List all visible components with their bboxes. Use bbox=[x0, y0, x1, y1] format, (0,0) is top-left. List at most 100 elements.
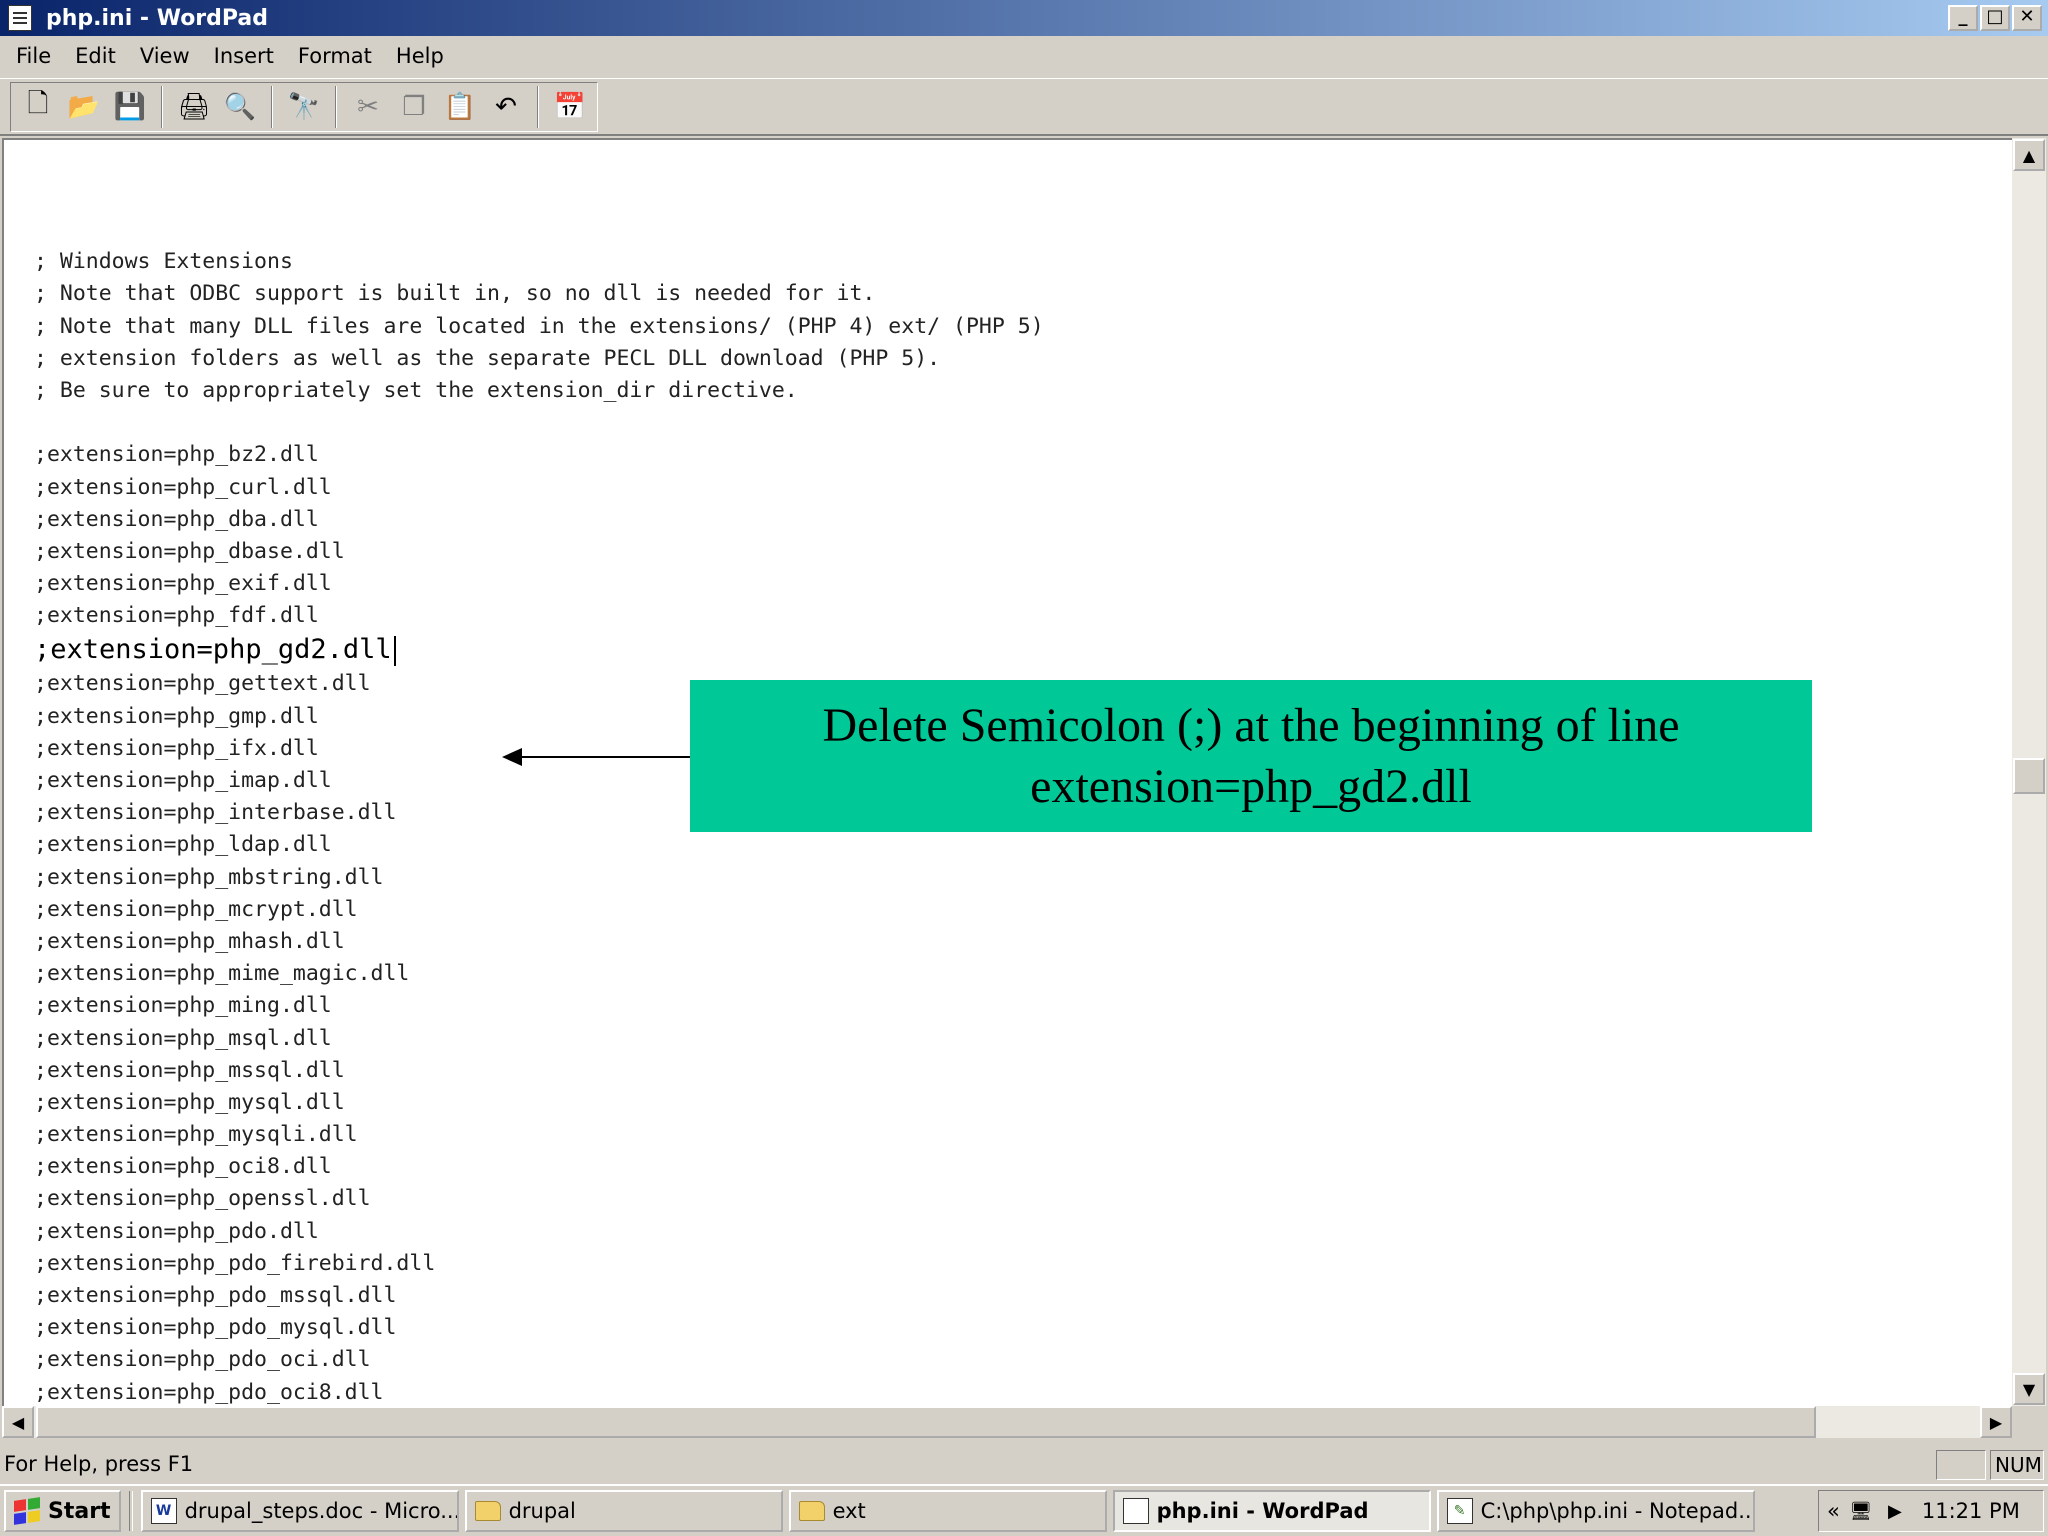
clock[interactable]: 11:21 PM bbox=[1922, 1499, 2020, 1523]
undo-icon[interactable]: ↶ bbox=[484, 85, 528, 129]
copy-icon[interactable]: ❐ bbox=[392, 85, 436, 129]
taskbar-item-folder[interactable]: drupal bbox=[464, 1490, 783, 1532]
close-button[interactable]: ✕ bbox=[2012, 5, 2042, 31]
doc-line[interactable]: ;extension=php_mhash.dll bbox=[34, 926, 1044, 958]
toolbar-separator bbox=[537, 85, 539, 128]
doc-line[interactable]: ;extension=php_mssql.dll bbox=[34, 1055, 1044, 1087]
window-controls: _ □ ✕ bbox=[1948, 5, 2042, 31]
taskbar-item-notepad[interactable]: ✎ C:\php\php.ini - Notepad... bbox=[1436, 1490, 1755, 1532]
doc-line[interactable]: ;extension=php_mbstring.dll bbox=[34, 862, 1044, 894]
insert-datetime-icon[interactable]: 📅 bbox=[548, 85, 592, 129]
doc-line[interactable]: ; Note that many DLL files are located i… bbox=[34, 311, 1044, 343]
menu-view[interactable]: View bbox=[128, 44, 202, 68]
doc-line-text: ;extension=php_openssl.dll bbox=[34, 1186, 371, 1212]
doc-line[interactable]: ;extension=php_ming.dll bbox=[34, 990, 1044, 1022]
menu-edit[interactable]: Edit bbox=[63, 44, 128, 68]
tray-expand-icon[interactable]: « bbox=[1827, 1499, 1840, 1523]
doc-line-text: ;extension=php_oci8.dll bbox=[34, 1154, 332, 1180]
doc-line[interactable]: ;extension=php_pdo.dll bbox=[34, 1216, 1044, 1248]
windows-logo-icon bbox=[14, 1497, 40, 1525]
system-tray: « 🖥 ▶ 11:21 PM bbox=[1818, 1490, 2044, 1532]
doc-line-gd2[interactable]: ;extension=php_gd2.dll bbox=[34, 632, 1044, 668]
doc-line[interactable]: ; Note that ODBC support is built in, so… bbox=[34, 278, 1044, 310]
doc-line-text: ;extension=php_exif.dll bbox=[34, 571, 332, 597]
scroll-right-icon[interactable]: ▶ bbox=[1980, 1406, 2012, 1438]
doc-line-text: ;extension=php_mbstring.dll bbox=[34, 864, 384, 890]
open-icon[interactable]: 📂 bbox=[62, 85, 106, 129]
doc-line-text: ;extension=php_mssql.dll bbox=[34, 1057, 345, 1083]
scroll-up-icon[interactable]: ▲ bbox=[2013, 139, 2045, 171]
doc-line-text: ;extension=php_interbase.dll bbox=[34, 800, 397, 826]
doc-line[interactable]: ;extension=php_mysql.dll bbox=[34, 1087, 1044, 1119]
instruction-callout: Delete Semicolon (;) at the beginning of… bbox=[690, 680, 1812, 832]
doc-line[interactable]: ;extension=php_dbase.dll bbox=[34, 536, 1044, 568]
doc-line-text: ;extension=php_gd2.dll bbox=[34, 634, 392, 666]
wordpad-app-icon[interactable] bbox=[8, 5, 32, 31]
find-icon[interactable]: 🔭 bbox=[282, 85, 326, 129]
doc-line[interactable]: ; Be sure to appropriately set the exten… bbox=[34, 375, 1044, 407]
vertical-scrollbar[interactable]: ▲ ▼ bbox=[2012, 138, 2046, 1406]
doc-line[interactable]: ;extension=php_mcrypt.dll bbox=[34, 894, 1044, 926]
taskbar-item-doc[interactable]: Wdrupal_steps.doc - Micro... bbox=[140, 1490, 459, 1532]
doc-line[interactable]: ;extension=php_pdo_oci8.dll bbox=[34, 1377, 1044, 1406]
horizontal-scrollbar[interactable]: ◀ ▶ bbox=[2, 1406, 2012, 1438]
doc-line[interactable]: ;extension=php_oci8.dll bbox=[34, 1151, 1044, 1183]
doc-line[interactable] bbox=[34, 214, 1044, 246]
doc-line-text: ;extension=php_pdo_mysql.dll bbox=[34, 1315, 397, 1341]
doc-line[interactable]: ;extension=php_pdo_mysql.dll bbox=[34, 1312, 1044, 1344]
doc-icon: W bbox=[150, 1498, 177, 1524]
doc-line[interactable]: ;extension=php_pdo_firebird.dll bbox=[34, 1248, 1044, 1280]
cut-icon[interactable]: ✂ bbox=[346, 85, 390, 129]
doc-line[interactable]: ;extension=php_fdf.dll bbox=[34, 600, 1044, 632]
start-button[interactable]: Start bbox=[4, 1490, 121, 1532]
print-preview-icon[interactable]: 🔍 bbox=[218, 85, 262, 129]
doc-line[interactable]: ;extension=php_pdo_mssql.dll bbox=[34, 1280, 1044, 1312]
doc-line-text: ;extension=php_mysql.dll bbox=[34, 1089, 345, 1115]
doc-line[interactable]: ; extension folders as well as the separ… bbox=[34, 343, 1044, 375]
new-doc-icon[interactable]: 🗋 bbox=[16, 85, 60, 129]
doc-line[interactable]: ;extension=php_dba.dll bbox=[34, 504, 1044, 536]
horizontal-scroll-thumb[interactable] bbox=[36, 1406, 1816, 1438]
doc-line[interactable]: ;extension=php_mysqli.dll bbox=[34, 1119, 1044, 1151]
doc-line[interactable]: ;extension=php_mime_magic.dll bbox=[34, 958, 1044, 990]
folder-icon bbox=[474, 1501, 501, 1521]
document-area[interactable]: ; Windows Extensions ; Note that ODBC sup… bbox=[2, 138, 2012, 1406]
notepad-icon: ✎ bbox=[1446, 1498, 1473, 1524]
taskbar-item-wordpad[interactable]: php.ini - WordPad bbox=[1112, 1490, 1431, 1532]
doc-line[interactable]: ;extension=php_pdo_oci.dll bbox=[34, 1344, 1044, 1376]
window-title: php.ini - WordPad bbox=[46, 5, 269, 31]
arrow-head-icon bbox=[502, 748, 522, 766]
media-tray-icon[interactable]: ▶ bbox=[1882, 1499, 1908, 1523]
doc-line[interactable]: ;extension=php_msql.dll bbox=[34, 1023, 1044, 1055]
taskbar: Start Wdrupal_steps.doc - Micro... drupal… bbox=[0, 1484, 2048, 1536]
doc-line[interactable]: ; Windows Extensions bbox=[34, 246, 1044, 278]
paste-icon[interactable]: 📋 bbox=[438, 85, 482, 129]
doc-line-text: ; Windows Extensions bbox=[34, 249, 293, 275]
save-icon[interactable]: 💾 bbox=[108, 85, 152, 129]
doc-line[interactable]: ;extension=php_bz2.dll bbox=[34, 439, 1044, 471]
maximize-button[interactable]: □ bbox=[1980, 5, 2010, 31]
doc-line[interactable] bbox=[34, 407, 1044, 439]
scroll-left-icon[interactable]: ◀ bbox=[2, 1406, 34, 1438]
doc-line[interactable]: ;extension=php_curl.dll bbox=[34, 472, 1044, 504]
print-icon[interactable]: 🖨 bbox=[172, 85, 216, 129]
menu-format[interactable]: Format bbox=[286, 44, 384, 68]
doc-line-text: ;extension=php_mysqli.dll bbox=[34, 1122, 358, 1148]
doc-line[interactable]: ;extension=php_openssl.dll bbox=[34, 1183, 1044, 1215]
title-bar[interactable]: php.ini - WordPad _ □ ✕ bbox=[0, 0, 2048, 36]
doc-line-text: ;extension=php_dbase.dll bbox=[34, 538, 345, 564]
taskbar-item-folder[interactable]: ext bbox=[788, 1490, 1107, 1532]
scroll-down-icon[interactable]: ▼ bbox=[2013, 1373, 2045, 1405]
menu-insert[interactable]: Insert bbox=[202, 44, 286, 68]
network-tray-icon[interactable]: 🖥 bbox=[1848, 1499, 1874, 1523]
doc-line-text: ; extension folders as well as the separ… bbox=[34, 345, 941, 371]
vertical-scroll-thumb[interactable] bbox=[2013, 758, 2045, 794]
callout-arrow bbox=[516, 756, 690, 758]
doc-line[interactable]: ;extension=php_exif.dll bbox=[34, 568, 1044, 600]
minimize-button[interactable]: _ bbox=[1948, 5, 1978, 31]
doc-line-text: ; Note that many DLL files are located i… bbox=[34, 313, 1044, 339]
doc-line[interactable]: ;extension=php_ldap.dll bbox=[34, 829, 1044, 861]
folder-icon bbox=[798, 1501, 825, 1521]
menu-file[interactable]: File bbox=[4, 44, 63, 68]
menu-help[interactable]: Help bbox=[384, 44, 456, 68]
